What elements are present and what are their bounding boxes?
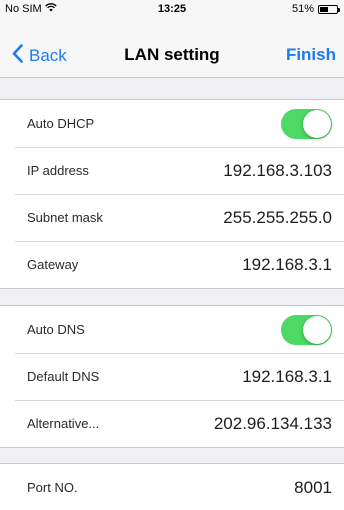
battery-percent: 51% — [291, 3, 314, 15]
battery-fill — [320, 6, 329, 12]
auto-dns-row: Auto DNS — [0, 306, 344, 353]
alternative-dns-label: Alternative... — [27, 416, 100, 431]
ip-address-label: IP address — [27, 163, 89, 178]
navigation-bar: Back LAN setting Finish — [0, 20, 344, 78]
auto-dns-toggle[interactable] — [281, 314, 332, 345]
finish-button[interactable]: Finish — [286, 45, 336, 65]
dns-settings-group: Auto DNS Default DNS 192.168.3.1 Alterna… — [0, 305, 344, 448]
auto-dhcp-toggle[interactable] — [281, 108, 332, 139]
gateway-label: Gateway — [27, 257, 79, 272]
alternative-dns-value: 202.96.134.133 — [213, 413, 332, 433]
auto-dns-label: Auto DNS — [27, 322, 85, 337]
auto-dhcp-label: Auto DHCP — [27, 116, 95, 131]
subnet-mask-value: 255.255.255.0 — [223, 207, 332, 227]
network-settings-group: Auto DHCP IP address 192.168.3.103 Subne… — [0, 99, 344, 289]
ip-address-value: 192.168.3.103 — [223, 160, 332, 180]
port-label: Port NO. — [27, 480, 78, 495]
port-settings-group: Port NO. 8001 — [0, 463, 344, 510]
gateway-row[interactable]: Gateway 192.168.3.1 — [0, 241, 344, 288]
toggle-knob — [303, 315, 331, 344]
subnet-mask-label: Subnet mask — [27, 210, 103, 225]
ip-address-row[interactable]: IP address 192.168.3.103 — [0, 147, 344, 194]
subnet-mask-row[interactable]: Subnet mask 255.255.255.0 — [0, 194, 344, 241]
alternative-dns-row[interactable]: Alternative... 202.96.134.133 — [0, 400, 344, 447]
port-row[interactable]: Port NO. 8001 — [0, 464, 344, 510]
toggle-knob — [303, 109, 331, 138]
port-value: 8001 — [294, 477, 332, 497]
status-right: 51% — [291, 3, 340, 15]
default-dns-value: 192.168.3.1 — [242, 366, 332, 386]
battery-icon — [318, 4, 340, 14]
auto-dhcp-row: Auto DHCP — [0, 100, 344, 147]
default-dns-row[interactable]: Default DNS 192.168.3.1 — [0, 353, 344, 400]
gateway-value: 192.168.3.1 — [242, 254, 332, 274]
status-bar: No SIM 13:25 51% — [0, 0, 344, 20]
default-dns-label: Default DNS — [27, 369, 100, 384]
